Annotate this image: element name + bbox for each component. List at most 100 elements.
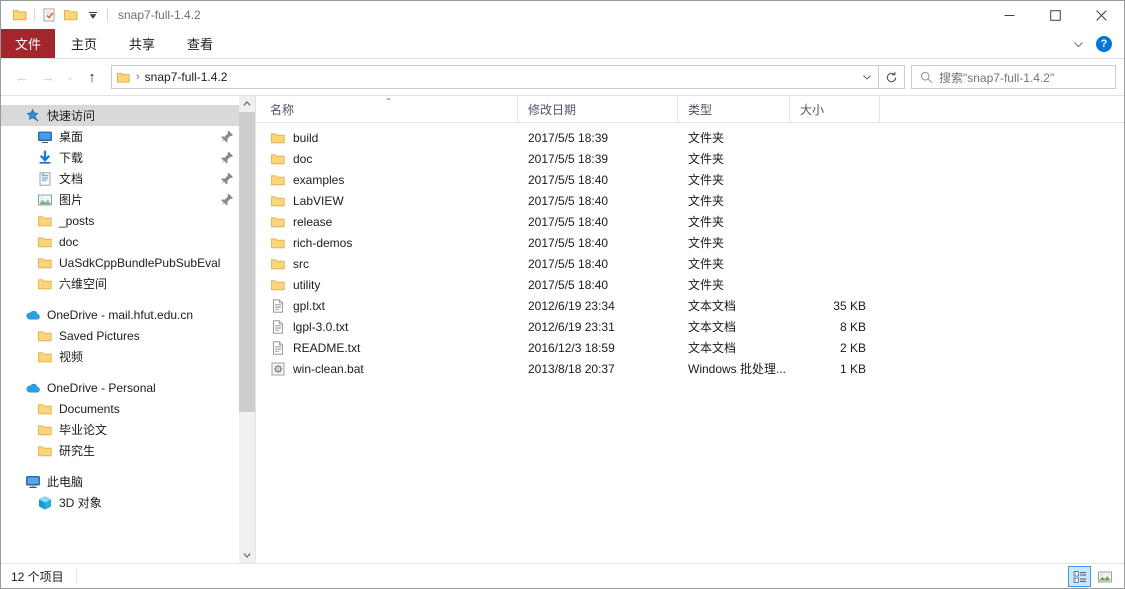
sidebar-item-1-1[interactable]: 视频 bbox=[1, 346, 239, 367]
table-row[interactable]: gpl.txt 2012/6/19 23:34 文本文档 35 KB bbox=[256, 295, 1124, 316]
status-bar: 12 个项目 bbox=[1, 563, 1124, 588]
sidebar-item-0-4[interactable]: _posts bbox=[1, 210, 239, 231]
scrollbar-thumb[interactable] bbox=[239, 112, 255, 412]
search-input[interactable]: 搜索"snap7-full-1.4.2" bbox=[939, 69, 1054, 86]
tab-home[interactable]: 主页 bbox=[55, 29, 113, 58]
table-row[interactable]: src 2017/5/5 18:40 文件夹 bbox=[256, 253, 1124, 274]
folder-icon bbox=[37, 349, 53, 365]
sidebar-item-0-2[interactable]: 文档 bbox=[1, 168, 239, 189]
search-box[interactable]: 搜索"snap7-full-1.4.2" bbox=[911, 65, 1116, 89]
folder-icon bbox=[270, 151, 286, 167]
column-header-size[interactable]: 大小 bbox=[790, 96, 880, 122]
qat-separator-1 bbox=[34, 8, 35, 22]
table-row[interactable]: LabVIEW 2017/5/5 18:40 文件夹 bbox=[256, 190, 1124, 211]
sidebar-item-2-2[interactable]: 研究生 bbox=[1, 440, 239, 461]
pin-icon[interactable] bbox=[219, 150, 233, 164]
file-name-label: win-clean.bat bbox=[293, 361, 364, 376]
sidebar-item-0-1[interactable]: 下载 bbox=[1, 147, 239, 168]
chevron-down-icon[interactable] bbox=[1066, 32, 1090, 56]
tab-share[interactable]: 共享 bbox=[113, 29, 171, 58]
sidebar-item-0-6[interactable]: UaSdkCppBundlePubSubEval bbox=[1, 252, 239, 273]
column-header-size-label: 大小 bbox=[800, 102, 825, 117]
sidebar-item-0-5[interactable]: doc bbox=[1, 231, 239, 252]
address-bar[interactable]: › snap7-full-1.4.2 bbox=[111, 65, 879, 89]
column-header-name[interactable]: ⌃ 名称 bbox=[260, 96, 518, 122]
table-row[interactable]: build 2017/5/5 18:39 文件夹 bbox=[256, 127, 1124, 148]
view-buttons bbox=[1068, 564, 1116, 589]
pin-icon[interactable] bbox=[219, 171, 233, 185]
breadcrumb-current[interactable]: snap7-full-1.4.2 bbox=[145, 70, 228, 84]
refresh-button[interactable] bbox=[879, 65, 905, 89]
scrollbar-track[interactable] bbox=[239, 112, 255, 547]
scroll-down-arrow-icon[interactable] bbox=[239, 547, 255, 563]
sidebar-group-label: OneDrive - mail.hfut.edu.cn bbox=[47, 307, 194, 322]
table-row[interactable]: examples 2017/5/5 18:40 文件夹 bbox=[256, 169, 1124, 190]
cell-date: 2017/5/5 18:40 bbox=[528, 193, 609, 208]
file-name-label: utility bbox=[293, 277, 321, 292]
sidebar-item-1-0[interactable]: Saved Pictures bbox=[1, 325, 239, 346]
breadcrumb[interactable]: › snap7-full-1.4.2 bbox=[112, 66, 856, 88]
table-row[interactable]: rich-demos 2017/5/5 18:40 文件夹 bbox=[256, 232, 1124, 253]
cell-date: 2012/6/19 23:31 bbox=[528, 319, 615, 334]
sidebar-item-0-3[interactable]: 图片 bbox=[1, 189, 239, 210]
close-button[interactable] bbox=[1078, 1, 1124, 29]
cell-date: 2012/6/19 23:34 bbox=[528, 298, 615, 313]
sidebar-group-1[interactable]: OneDrive - mail.hfut.edu.cn bbox=[1, 304, 239, 325]
scroll-up-arrow-icon[interactable] bbox=[239, 96, 255, 112]
folder-icon bbox=[37, 234, 53, 250]
address-dropdown-icon[interactable] bbox=[856, 66, 878, 88]
sidebar-item-label: 视频 bbox=[59, 350, 84, 364]
table-row[interactable]: doc 2017/5/5 18:39 文件夹 bbox=[256, 148, 1124, 169]
table-row[interactable]: lgpl-3.0.txt 2012/6/19 23:31 文本文档 8 KB bbox=[256, 316, 1124, 337]
3d-objects-icon bbox=[37, 495, 53, 511]
recent-locations-button[interactable]: ⌄ bbox=[61, 64, 79, 90]
sidebar-group-0[interactable]: 快速访问 bbox=[1, 105, 239, 126]
window-controls bbox=[986, 1, 1124, 29]
file-name-label: doc bbox=[293, 151, 313, 166]
column-header-type[interactable]: 类型 bbox=[678, 96, 790, 122]
back-button[interactable]: ← bbox=[9, 64, 35, 90]
sidebar-item-0-7[interactable]: 六维空间 bbox=[1, 273, 239, 294]
pin-icon[interactable] bbox=[219, 192, 233, 206]
ribbon-right-controls: ? bbox=[1066, 29, 1120, 59]
folder-icon bbox=[270, 130, 286, 146]
breadcrumb-folder-icon bbox=[116, 70, 131, 85]
sidebar-scrollbar[interactable] bbox=[239, 96, 255, 563]
sidebar-group-3[interactable]: 此电脑 bbox=[1, 471, 239, 492]
up-button[interactable]: ↑ bbox=[79, 64, 105, 90]
column-headers: ⌃ 名称 修改日期 类型 大小 bbox=[256, 96, 1124, 123]
customize-dropdown-icon[interactable] bbox=[82, 4, 104, 26]
forward-button[interactable]: → bbox=[35, 64, 61, 90]
sidebar-group-2[interactable]: OneDrive - Personal bbox=[1, 377, 239, 398]
minimize-button[interactable] bbox=[986, 1, 1032, 29]
folder-icon[interactable] bbox=[9, 4, 31, 26]
new-folder-icon[interactable] bbox=[60, 4, 82, 26]
sidebar-item-label: Documents bbox=[59, 401, 120, 416]
large-icons-view-button[interactable] bbox=[1093, 566, 1116, 587]
tab-view[interactable]: 查看 bbox=[171, 29, 229, 58]
text-file-icon bbox=[270, 298, 286, 314]
details-view-button[interactable] bbox=[1068, 566, 1091, 587]
sidebar-item-2-0[interactable]: Documents bbox=[1, 398, 239, 419]
folder-icon bbox=[270, 277, 286, 293]
cell-type: 文件夹 bbox=[688, 278, 725, 292]
properties-icon[interactable] bbox=[38, 4, 60, 26]
sidebar-item-0-0[interactable]: 桌面 bbox=[1, 126, 239, 147]
table-row[interactable]: win-clean.bat 2013/8/18 20:37 Windows 批处理.… bbox=[256, 358, 1124, 379]
sidebar-item-label: 3D 对象 bbox=[59, 496, 102, 510]
file-name-label: src bbox=[293, 256, 309, 271]
cell-type: Windows 批处理... bbox=[688, 362, 787, 376]
tab-file[interactable]: 文件 bbox=[1, 29, 55, 58]
cell-date: 2017/5/5 18:40 bbox=[528, 172, 609, 187]
table-row[interactable]: utility 2017/5/5 18:40 文件夹 bbox=[256, 274, 1124, 295]
pin-icon[interactable] bbox=[219, 129, 233, 143]
cell-date: 2017/5/5 18:40 bbox=[528, 235, 609, 250]
sidebar-item-2-1[interactable]: 毕业论文 bbox=[1, 419, 239, 440]
table-row[interactable]: release 2017/5/5 18:40 文件夹 bbox=[256, 211, 1124, 232]
help-icon[interactable]: ? bbox=[1096, 36, 1112, 52]
table-row[interactable]: README.txt 2016/12/3 18:59 文本文档 2 KB bbox=[256, 337, 1124, 358]
maximize-button[interactable] bbox=[1032, 1, 1078, 29]
column-header-date[interactable]: 修改日期 bbox=[518, 96, 678, 122]
file-name-label: lgpl-3.0.txt bbox=[293, 319, 349, 334]
sidebar-item-3-0[interactable]: 3D 对象 bbox=[1, 492, 239, 513]
